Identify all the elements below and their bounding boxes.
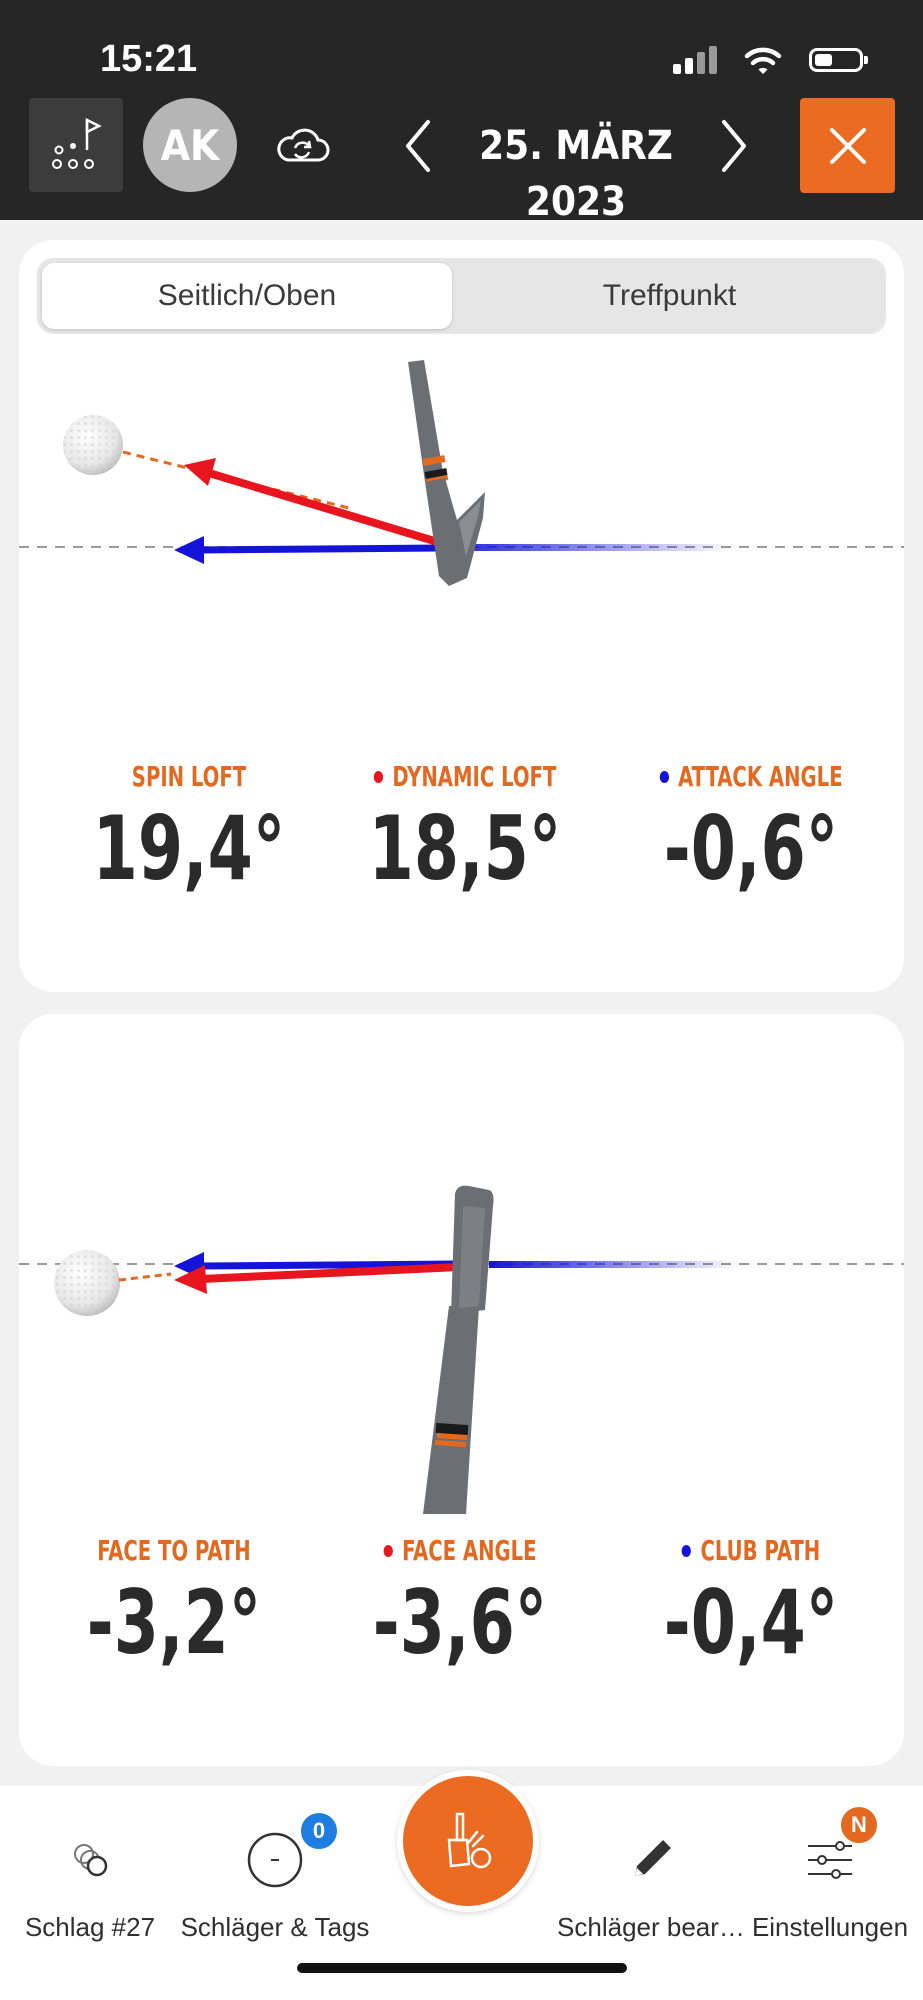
blue-dot-icon bbox=[681, 1544, 692, 1557]
chevron-left-icon bbox=[406, 120, 430, 172]
tab-settings[interactable]: N Einstellungen bbox=[750, 1804, 910, 1942]
status-time: 15:21 bbox=[100, 38, 198, 80]
home-indicator bbox=[297, 1963, 627, 1973]
metric-value: -3,2° bbox=[86, 1571, 262, 1674]
tab-label: Einstellungen bbox=[751, 1912, 909, 1942]
record-shot-button[interactable] bbox=[397, 1770, 539, 1912]
top-bar: 15:21 AK 25. MÄRZ 2023 bbox=[0, 0, 923, 225]
club-iron-side-icon bbox=[408, 360, 485, 586]
metric-value: -3,6° bbox=[372, 1571, 548, 1674]
shot-circles-icon bbox=[74, 1844, 108, 1877]
tab-clubs-tags[interactable]: 0 Schläger & Tags bbox=[180, 1810, 370, 1942]
attack-angle-arrow bbox=[174, 536, 440, 564]
club-path-trail bbox=[489, 1261, 739, 1268]
top-view-card: FACE TO PATH -3,2° FACE ANGLE -3,6° CLUB… bbox=[19, 1014, 904, 1766]
next-date-button[interactable] bbox=[716, 118, 752, 174]
tab-label: Schläger bear… bbox=[557, 1912, 745, 1942]
side-view-card: Seitlich/Oben Treffpunkt SPIN LOFT 19,4°… bbox=[19, 240, 904, 992]
status-icons bbox=[673, 44, 868, 78]
cloud-sync-icon bbox=[277, 128, 330, 162]
tab-label: Schläger & Tags bbox=[180, 1912, 370, 1942]
top-view-metrics: FACE TO PATH -3,2° FACE ANGLE -3,6° CLUB… bbox=[19, 1534, 904, 1674]
metric-label: FACE TO PATH bbox=[97, 1534, 251, 1567]
metric-club-path: CLUB PATH -0,4° bbox=[611, 1534, 891, 1673]
top-view-diagram bbox=[19, 1185, 904, 1514]
side-view-metrics: SPIN LOFT 19,4° DYNAMIC LOFT 18,5° ATTAC… bbox=[19, 760, 904, 900]
metric-label: DYNAMIC LOFT bbox=[356, 760, 574, 793]
wifi-icon bbox=[744, 47, 782, 74]
pencil-icon bbox=[635, 1840, 671, 1876]
tab-edit-club[interactable]: Schläger bear… bbox=[556, 1816, 746, 1942]
session-date[interactable]: 25. MÄRZ 2023 bbox=[440, 118, 712, 225]
blue-dot-icon bbox=[659, 770, 669, 783]
metric-spin-loft: SPIN LOFT 19,4° bbox=[49, 760, 329, 899]
golf-ball-icon bbox=[63, 415, 123, 475]
metric-label: FACE ANGLE bbox=[351, 1534, 569, 1567]
dynamic-loft-arrow bbox=[184, 458, 443, 547]
tab-shot-number[interactable]: Schlag #27 bbox=[20, 1816, 160, 1942]
sync-button[interactable] bbox=[272, 124, 332, 168]
course-button[interactable] bbox=[29, 98, 123, 192]
metric-dynamic-loft: DYNAMIC LOFT 18,5° bbox=[325, 760, 605, 899]
metric-value: -0,6° bbox=[663, 797, 839, 900]
ball-start-line bbox=[118, 1272, 172, 1282]
view-toggle: Seitlich/Oben Treffpunkt bbox=[37, 258, 886, 334]
signal-icon bbox=[673, 44, 719, 78]
club-tag-icon bbox=[247, 1832, 303, 1888]
close-button[interactable] bbox=[800, 98, 895, 193]
metric-face-angle: FACE ANGLE -3,6° bbox=[320, 1534, 600, 1673]
metric-label: ATTACK ANGLE bbox=[642, 760, 860, 793]
tab-seitlich-oben[interactable]: Seitlich/Oben bbox=[42, 263, 452, 329]
red-dot-icon bbox=[383, 1544, 393, 1557]
red-dot-icon bbox=[373, 770, 384, 783]
golf-ball-icon bbox=[54, 1250, 120, 1316]
chevron-right-icon bbox=[722, 120, 746, 172]
metric-value: -0,4° bbox=[663, 1571, 839, 1674]
avatar[interactable]: AK bbox=[143, 98, 237, 192]
metric-face-to-path: FACE TO PATH -3,2° bbox=[34, 1534, 314, 1673]
battery-icon bbox=[809, 48, 868, 72]
close-icon bbox=[829, 127, 866, 164]
metric-label: CLUB PATH bbox=[642, 1534, 860, 1567]
tab-treffpunkt[interactable]: Treffpunkt bbox=[457, 263, 882, 329]
club-iron-top-icon bbox=[423, 1185, 494, 1514]
club-path-trail bbox=[434, 544, 734, 551]
tab-label: Schlag #27 bbox=[24, 1912, 156, 1942]
metric-value: 18,5° bbox=[368, 797, 562, 900]
new-badge: N bbox=[838, 1804, 880, 1846]
previous-date-button[interactable] bbox=[400, 118, 436, 174]
tags-count-badge: 0 bbox=[298, 1810, 340, 1852]
metric-value: 19,4° bbox=[92, 797, 286, 900]
golf-flag-icon bbox=[52, 117, 102, 169]
hand-club-icon bbox=[447, 1812, 492, 1869]
metric-label: SPIN LOFT bbox=[131, 760, 247, 793]
metric-attack-angle: ATTACK ANGLE -0,6° bbox=[611, 760, 891, 899]
